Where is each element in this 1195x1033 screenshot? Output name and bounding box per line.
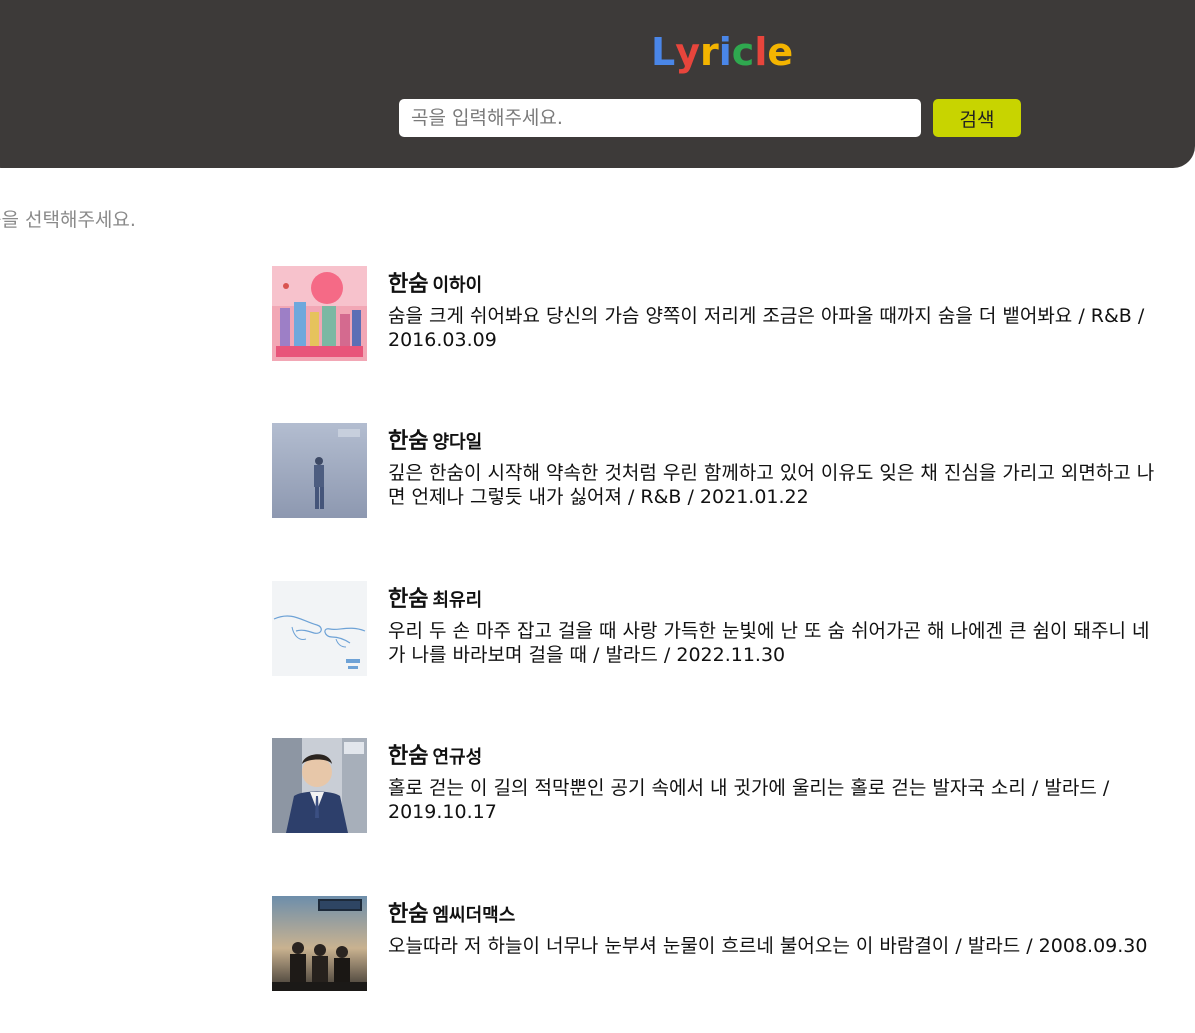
song-title-line: 한숨 엠씨더맥스 bbox=[388, 896, 515, 928]
logo-letter: l bbox=[754, 30, 768, 74]
header-bar bbox=[0, 0, 1195, 168]
song-item[interactable]: 한숨 양다일 깊은 한숨이 시작해 약속한 것처럼 우린 함께하고 있어 이유도 … bbox=[272, 423, 1162, 523]
logo-letter: c bbox=[731, 30, 755, 74]
album-cover bbox=[272, 423, 367, 518]
song-title: 한숨 bbox=[388, 744, 429, 769]
song-lyrics-snippet: 홀로 걷는 이 길의 적막뿐인 공기 속에서 내 귓가에 울리는 홀로 걷는 발… bbox=[388, 777, 1110, 823]
search-button[interactable]: 검색 bbox=[933, 99, 1021, 137]
song-item[interactable]: 한숨 이하이 숨을 크게 쉬어봐요 당신의 가슴 양쪽이 저리게 조금은 아파올 … bbox=[272, 266, 1162, 366]
album-cover bbox=[272, 266, 367, 361]
logo-letter: y bbox=[675, 30, 700, 74]
song-item[interactable]: 한숨 엠씨더맥스 오늘따라 저 하늘이 너무나 눈부셔 눈물이 흐르네 불어오는 … bbox=[272, 896, 1162, 996]
logo-letter: e bbox=[767, 30, 794, 74]
app-logo[interactable]: Lyricle bbox=[651, 28, 793, 76]
album-cover bbox=[272, 738, 367, 833]
song-title: 한숨 bbox=[388, 272, 429, 297]
album-cover bbox=[272, 581, 367, 676]
logo-letter: i bbox=[718, 30, 732, 74]
song-lyrics-snippet: 오늘따라 저 하늘이 너무나 눈부셔 눈물이 흐르네 불어오는 이 바람결이 /… bbox=[388, 935, 1148, 957]
logo-letter: L bbox=[651, 30, 676, 74]
song-title-line: 한숨 이하이 bbox=[388, 266, 482, 298]
song-item[interactable]: 한숨 최유리 우리 두 손 마주 잡고 걸을 때 사랑 가득한 눈빛에 난 또 숨… bbox=[272, 581, 1162, 681]
song-title: 한숨 bbox=[388, 587, 429, 612]
song-title-line: 한숨 연규성 bbox=[388, 738, 482, 770]
song-artist: 양다일 bbox=[432, 432, 483, 453]
song-artist: 엠씨더맥스 bbox=[432, 905, 516, 926]
select-song-instruction: 곡을 선택해주세요. bbox=[0, 209, 136, 231]
song-artist: 이하이 bbox=[432, 275, 483, 296]
song-title-line: 한숨 양다일 bbox=[388, 423, 482, 455]
search-input[interactable] bbox=[399, 99, 921, 137]
song-title: 한숨 bbox=[388, 902, 429, 927]
song-artist: 최유리 bbox=[432, 590, 483, 611]
song-title: 한숨 bbox=[388, 429, 429, 454]
logo-letter: r bbox=[700, 30, 719, 74]
song-lyrics-snippet: 숨을 크게 쉬어봐요 당신의 가슴 양쪽이 저리게 조금은 아파올 때까지 숨을… bbox=[388, 305, 1145, 351]
song-item[interactable]: 한숨 연규성 홀로 걷는 이 길의 적막뿐인 공기 속에서 내 귓가에 울리는 홀… bbox=[272, 738, 1162, 838]
song-artist: 연규성 bbox=[432, 747, 483, 768]
song-title-line: 한숨 최유리 bbox=[388, 581, 482, 613]
album-cover bbox=[272, 896, 367, 991]
song-lyrics-snippet: 우리 두 손 마주 잡고 걸을 때 사랑 가득한 눈빛에 난 또 숨 쉬어가곤 … bbox=[388, 620, 1150, 666]
song-lyrics-snippet: 깊은 한숨이 시작해 약속한 것처럼 우린 함께하고 있어 이유도 잊은 채 진… bbox=[388, 462, 1155, 508]
